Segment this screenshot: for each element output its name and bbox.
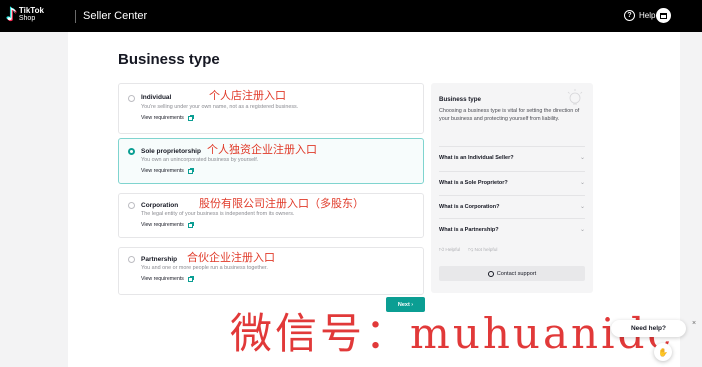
option-annotation: 个人店注册入口 <box>209 89 286 102</box>
external-link-icon <box>187 167 194 174</box>
help-button[interactable]: ? Help <box>624 10 655 21</box>
option-annotation: 合伙企业注册入口 <box>187 251 275 264</box>
logo-line-2: Shop <box>18 15 36 22</box>
page-title: Business type <box>118 51 220 68</box>
option-partnership[interactable]: Partnership 合伙企业注册入口 You and one or more… <box>118 247 424 295</box>
radio-corporation[interactable] <box>128 202 135 209</box>
lightbulb-icon <box>567 89 583 105</box>
faq-corporation[interactable]: What is a Corporation? ⌄ <box>439 195 585 217</box>
faq-label: What is an Individual Seller? <box>439 154 514 161</box>
option-annotation: 个人独资企业注册入口 <box>207 143 317 156</box>
radio-partnership[interactable] <box>128 256 135 263</box>
chevron-down-icon: ⌄ <box>579 180 585 186</box>
help-label: Help <box>639 11 656 20</box>
option-description: You and one or more people run a busines… <box>141 265 268 271</box>
need-help-button[interactable]: Need help? <box>611 320 686 337</box>
top-bar: ♪ TikTok Shop Seller Center ? Help <box>0 0 702 32</box>
external-link-icon <box>187 275 194 282</box>
thumbs-up-icon: 👍︎ <box>439 248 445 253</box>
view-requirements-label: View requirements <box>141 115 184 121</box>
option-annotation: 股份有限公司注册入口（多股东） <box>199 197 364 210</box>
option-name: Partnership <box>141 256 178 263</box>
option-name: Individual <box>141 94 172 101</box>
faq-individual-seller[interactable]: What is an Individual Seller? ⌄ <box>439 146 585 168</box>
view-requirements-link[interactable]: View requirements <box>141 275 194 282</box>
chevron-down-icon: ⌄ <box>579 204 585 210</box>
support-icon <box>487 270 494 277</box>
thumbs-down-icon: 👎︎ <box>468 248 474 253</box>
question-icon: ? <box>624 10 635 21</box>
option-corporation[interactable]: Corporation 股份有限公司注册入口（多股东） The legal en… <box>118 193 424 238</box>
header-divider <box>75 10 76 23</box>
faq-label: What is a Partnership? <box>439 226 499 233</box>
faq-label: What is a Sole Proprietor? <box>439 179 508 186</box>
help-side-panel: Business type Choosing a business type i… <box>431 83 593 293</box>
contact-support-button[interactable]: Contact support <box>439 266 585 281</box>
external-link-icon <box>187 114 194 121</box>
close-icon[interactable]: × <box>692 320 696 327</box>
chevron-down-icon: ⌄ <box>579 227 585 233</box>
contact-support-label: Contact support <box>496 270 537 277</box>
helpful-label: Helpful <box>445 248 461 253</box>
chat-icon[interactable]: ✋ <box>654 343 672 361</box>
faq-partnership[interactable]: What is a Partnership? ⌄ <box>439 218 585 240</box>
side-panel-title: Business type <box>439 96 481 103</box>
view-requirements-label: View requirements <box>141 222 184 228</box>
feedback-row: 👍︎ Helpful 👎︎ Not helpful <box>439 248 497 253</box>
view-requirements-link[interactable]: View requirements <box>141 167 194 174</box>
logo-line-1: TikTok <box>18 6 44 15</box>
watermark-text: 微信号：muhuanidc <box>230 309 674 358</box>
view-requirements-label: View requirements <box>141 168 184 174</box>
option-description: You're selling under your own name, not … <box>141 104 299 110</box>
chevron-down-icon: ⌄ <box>579 155 585 161</box>
helpful-button[interactable]: 👍︎ Helpful <box>439 248 460 253</box>
tiktok-note-icon: ♪ <box>6 5 17 25</box>
option-individual[interactable]: Individual 个人店注册入口 You're selling under … <box>118 83 424 134</box>
option-description: The legal entity of your business is ind… <box>141 211 295 217</box>
view-requirements-link[interactable]: View requirements <box>141 114 194 121</box>
option-sole-proprietorship[interactable]: Sole proprietorship 个人独资企业注册入口 You own a… <box>118 138 424 184</box>
view-requirements-link[interactable]: View requirements <box>141 221 194 228</box>
option-name: Sole proprietorship <box>141 148 201 155</box>
store-icon[interactable] <box>656 8 671 23</box>
option-name: Corporation <box>141 202 179 209</box>
app-title: Seller Center <box>83 10 148 22</box>
radio-sole-proprietorship[interactable] <box>128 148 135 155</box>
view-requirements-label: View requirements <box>141 276 184 282</box>
external-link-icon <box>187 221 194 228</box>
tiktok-shop-logo[interactable]: ♪ TikTok Shop <box>6 6 44 24</box>
not-helpful-button[interactable]: 👎︎ Not helpful <box>468 248 497 253</box>
not-helpful-label: Not helpful <box>474 248 498 253</box>
faq-sole-proprietor[interactable]: What is a Sole Proprietor? ⌄ <box>439 171 585 193</box>
side-panel-description: Choosing a business type is vital for se… <box>439 108 580 122</box>
faq-label: What is a Corporation? <box>439 203 500 210</box>
option-description: You own an unincorporated business by yo… <box>141 157 259 163</box>
radio-individual[interactable] <box>128 95 135 102</box>
